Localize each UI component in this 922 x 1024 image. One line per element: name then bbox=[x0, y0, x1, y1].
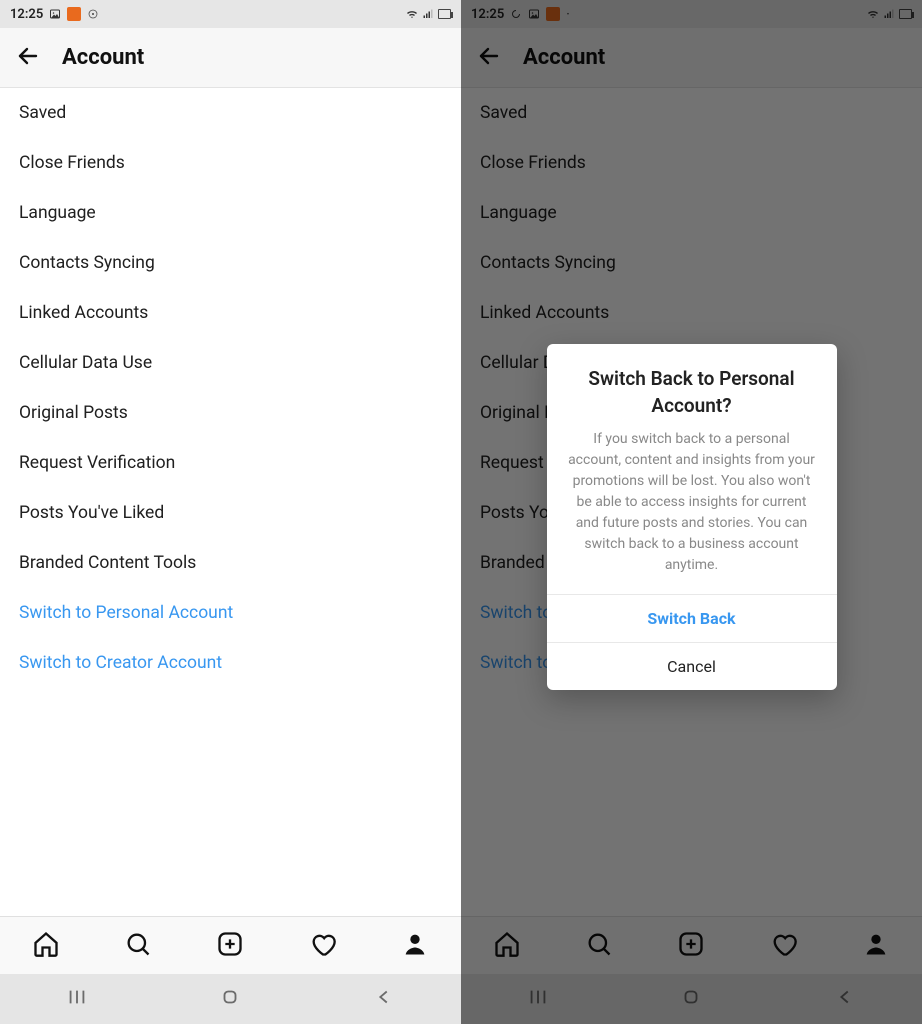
recent-apps-button[interactable] bbox=[66, 986, 88, 1012]
profile-icon[interactable] bbox=[401, 930, 429, 962]
switch-back-button[interactable]: Switch Back bbox=[547, 594, 837, 642]
battery-icon bbox=[438, 9, 451, 19]
dialog-message: If you switch back to a personal account… bbox=[547, 429, 837, 594]
modal-scrim[interactable]: Switch Back to Personal Account? If you … bbox=[461, 0, 922, 974]
menu-item-contacts-syncing[interactable]: Contacts Syncing bbox=[0, 238, 461, 288]
page-title: Account bbox=[62, 45, 144, 70]
status-bar: 12:25 bbox=[0, 0, 461, 28]
menu-item-switch-to-personal-account[interactable]: Switch to Personal Account bbox=[0, 588, 461, 638]
menu-item-language[interactable]: Language bbox=[0, 188, 461, 238]
app-icon-orange bbox=[67, 7, 81, 21]
music-icon bbox=[87, 8, 99, 20]
signal-icon bbox=[422, 8, 434, 20]
menu-item-request-verification[interactable]: Request Verification bbox=[0, 438, 461, 488]
bottom-nav bbox=[0, 916, 461, 974]
android-nav-bar bbox=[0, 974, 461, 1024]
back-arrow-icon[interactable] bbox=[16, 44, 40, 72]
settings-list[interactable]: SavedClose FriendsLanguageContacts Synci… bbox=[0, 88, 461, 916]
search-icon[interactable] bbox=[124, 930, 152, 962]
menu-item-switch-to-creator-account[interactable]: Switch to Creator Account bbox=[0, 638, 461, 688]
menu-item-posts-you-ve-liked[interactable]: Posts You've Liked bbox=[0, 488, 461, 538]
menu-item-linked-accounts[interactable]: Linked Accounts bbox=[0, 288, 461, 338]
wifi-icon bbox=[406, 8, 418, 20]
status-time: 12:25 bbox=[10, 7, 43, 22]
menu-item-saved[interactable]: Saved bbox=[0, 88, 461, 138]
back-button[interactable] bbox=[373, 986, 395, 1012]
menu-item-cellular-data-use[interactable]: Cellular Data Use bbox=[0, 338, 461, 388]
screen-left-account-settings: 12:25 Account SavedClose Frie bbox=[0, 0, 461, 1024]
menu-item-branded-content-tools[interactable]: Branded Content Tools bbox=[0, 538, 461, 588]
heart-icon[interactable] bbox=[309, 930, 337, 962]
switch-back-dialog: Switch Back to Personal Account? If you … bbox=[547, 344, 837, 690]
menu-item-original-posts[interactable]: Original Posts bbox=[0, 388, 461, 438]
home-icon[interactable] bbox=[32, 930, 60, 962]
cancel-button[interactable]: Cancel bbox=[547, 642, 837, 690]
screen-right-dialog: 12:25 · Account SavedCl bbox=[461, 0, 922, 1024]
menu-item-close-friends[interactable]: Close Friends bbox=[0, 138, 461, 188]
home-button[interactable] bbox=[219, 986, 241, 1012]
page-header: Account bbox=[0, 28, 461, 88]
image-icon bbox=[49, 8, 61, 20]
dialog-title: Switch Back to Personal Account? bbox=[547, 344, 837, 429]
add-post-icon[interactable] bbox=[216, 930, 244, 962]
modal-scrim-softkeys bbox=[461, 974, 922, 1024]
